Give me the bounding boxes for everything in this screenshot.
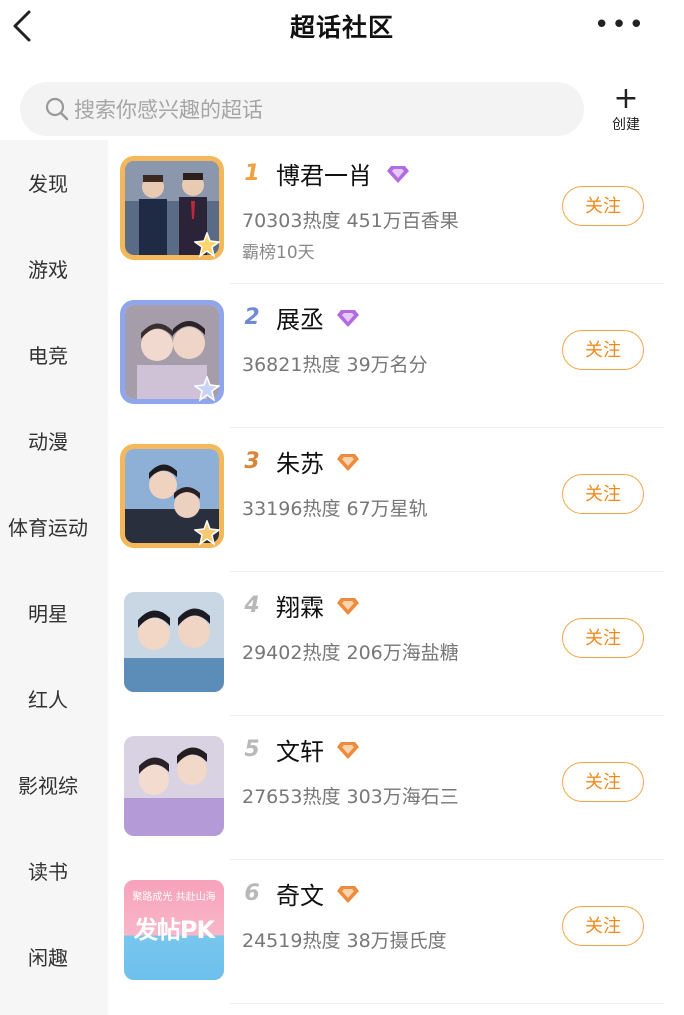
- topic-stats: 27653热度 303万海石三: [242, 786, 459, 808]
- rank-number: 5: [244, 737, 260, 762]
- follow-button[interactable]: 关注: [562, 762, 644, 802]
- sidebar-item-film-tv[interactable]: 影视综: [0, 770, 96, 799]
- orange-diamond-icon: [337, 886, 359, 903]
- follow-button[interactable]: 关注: [562, 618, 644, 658]
- follow-button[interactable]: 关注: [562, 330, 644, 370]
- orange-diamond-icon: [337, 454, 359, 471]
- list-item[interactable]: 5 文轩 27653热度 303万海石三 关注: [108, 716, 664, 860]
- plus-icon: +: [613, 81, 639, 116]
- topic-avatar: [124, 592, 224, 692]
- avatar-subtext: 聚路成光 共赴山海: [132, 892, 216, 903]
- topic-stats: 70303热度 451万百香果: [242, 210, 459, 232]
- create-label: 创建: [612, 117, 640, 133]
- sidebar-item-esports[interactable]: 电竞: [0, 340, 96, 369]
- rank-number: 3: [244, 449, 260, 474]
- rank-number: 1: [244, 161, 260, 186]
- follow-button[interactable]: 关注: [562, 474, 644, 514]
- avatar-text: 发帖PK: [133, 916, 215, 944]
- follow-button[interactable]: 关注: [562, 186, 644, 226]
- topic-stats: 29402热度 206万海盐糖: [242, 642, 459, 664]
- topic-list: 1 博君一肖 70303热度 451万百香果 霸榜10天 关注 2 展丞 368…: [108, 140, 664, 1015]
- orange-diamond-icon: [337, 742, 359, 759]
- create-button[interactable]: + 创建: [604, 81, 648, 134]
- topic-avatar: [124, 736, 224, 836]
- purple-diamond-icon: [337, 310, 359, 327]
- list-item[interactable]: 4 翔霖 29402热度 206万海盐糖 关注: [108, 572, 664, 716]
- sidebar-item-leisure[interactable]: 闲趣: [0, 942, 96, 971]
- topic-name: 奇文: [276, 882, 324, 910]
- sidebar-item-stars[interactable]: 明星: [0, 598, 96, 627]
- orange-diamond-icon: [337, 598, 359, 615]
- topic-name: 翔霖: [276, 594, 324, 622]
- list-item[interactable]: 3 朱苏 33196热度 67万星轨 关注: [108, 428, 664, 572]
- topic-stats: 24519热度 38万摄氏度: [242, 930, 447, 952]
- topic-name: 朱苏: [276, 450, 324, 478]
- star-decoration-icon: [194, 232, 220, 258]
- sidebar-item-sports[interactable]: 体育运动: [0, 512, 96, 541]
- topic-avatar: 聚路成光 共赴山海 发帖PK: [124, 880, 224, 980]
- topic-stats: 36821热度 39万名分: [242, 354, 428, 376]
- star-decoration-icon: [194, 520, 220, 546]
- sidebar-item-discover[interactable]: 发现: [0, 168, 96, 197]
- sidebar-item-anime[interactable]: 动漫: [0, 426, 96, 455]
- star-decoration-icon: [194, 376, 220, 402]
- ranking-streak: 霸榜10天: [242, 243, 315, 263]
- topic-name: 展丞: [276, 306, 324, 334]
- list-item[interactable]: 2 展丞 36821热度 39万名分 关注: [108, 284, 664, 428]
- follow-button[interactable]: 关注: [562, 906, 644, 946]
- topic-name: 文轩: [276, 738, 324, 766]
- rank-number: 6: [244, 881, 260, 906]
- rank-number: 2: [244, 305, 260, 330]
- list-item[interactable]: 聚路成光 共赴山海 发帖PK 6 奇文 24519热度 38万摄氏度 关注: [108, 860, 664, 1004]
- more-dots-icon[interactable]: •••: [594, 10, 646, 40]
- divider: [230, 1003, 664, 1004]
- search-placeholder: 搜索你感兴趣的超话: [74, 98, 263, 122]
- purple-diamond-icon: [387, 166, 409, 183]
- rank-number: 4: [244, 593, 260, 618]
- search-row: 搜索你感兴趣的超话 + 创建: [0, 80, 684, 138]
- sidebar-item-reading[interactable]: 读书: [0, 856, 96, 885]
- search-icon: [45, 97, 69, 121]
- topic-name: 博君一肖: [276, 162, 372, 190]
- list-item[interactable]: 1 博君一肖 70303热度 451万百香果 霸榜10天 关注: [108, 140, 664, 284]
- topic-stats: 33196热度 67万星轨: [242, 498, 428, 520]
- sidebar-item-games[interactable]: 游戏: [0, 254, 96, 283]
- search-input[interactable]: 搜索你感兴趣的超话: [20, 82, 584, 136]
- category-sidebar: 发现 游戏 电竞 动漫 体育运动 明星 红人 影视综 读书 闲趣: [0, 140, 108, 1015]
- page-title: 超话社区: [289, 13, 394, 42]
- sidebar-item-influencers[interactable]: 红人: [0, 684, 96, 713]
- top-bar: 超话社区 •••: [0, 0, 684, 52]
